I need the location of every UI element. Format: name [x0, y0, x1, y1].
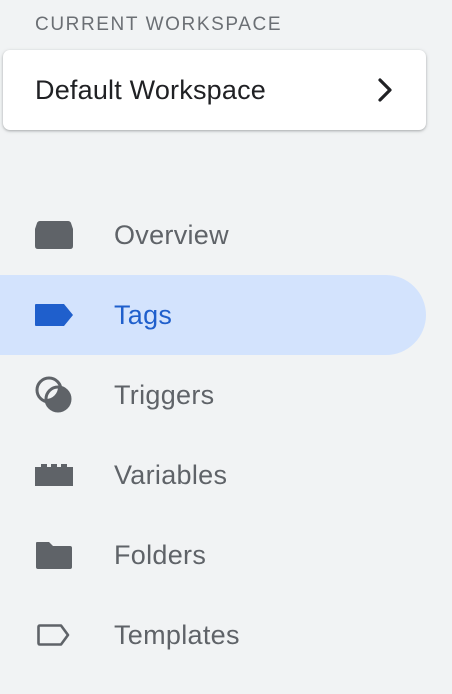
workspace-name: Default Workspace [35, 74, 267, 105]
overview-icon [33, 214, 75, 256]
sidebar-item-label: Tags [114, 299, 173, 330]
workspace-selector-button[interactable]: Default Workspace [3, 50, 426, 130]
current-workspace-label: CURRENT WORKSPACE [35, 14, 283, 35]
sidebar-item-label: Templates [114, 619, 240, 650]
sidebar-item-label: Variables [114, 459, 228, 490]
tag-icon [33, 294, 75, 336]
sidebar-item-tags[interactable]: Tags [0, 275, 426, 355]
folder-icon [33, 534, 75, 576]
sidebar-nav: Overview Tags Triggers Variables Folders… [0, 195, 452, 675]
trigger-icon [33, 374, 75, 416]
sidebar-item-label: Folders [114, 539, 207, 570]
variables-icon [33, 454, 75, 496]
sidebar-item-label: Triggers [114, 379, 215, 410]
sidebar-item-triggers[interactable]: Triggers [0, 355, 426, 435]
workspace-sidebar: CURRENT WORKSPACE Default Workspace Over… [0, 0, 452, 694]
template-icon [33, 614, 75, 656]
sidebar-item-label: Overview [114, 219, 229, 250]
sidebar-item-variables[interactable]: Variables [0, 435, 426, 515]
sidebar-item-overview[interactable]: Overview [0, 195, 426, 275]
chevron-right-icon [374, 78, 396, 102]
sidebar-item-folders[interactable]: Folders [0, 515, 426, 595]
sidebar-item-templates[interactable]: Templates [0, 595, 426, 675]
